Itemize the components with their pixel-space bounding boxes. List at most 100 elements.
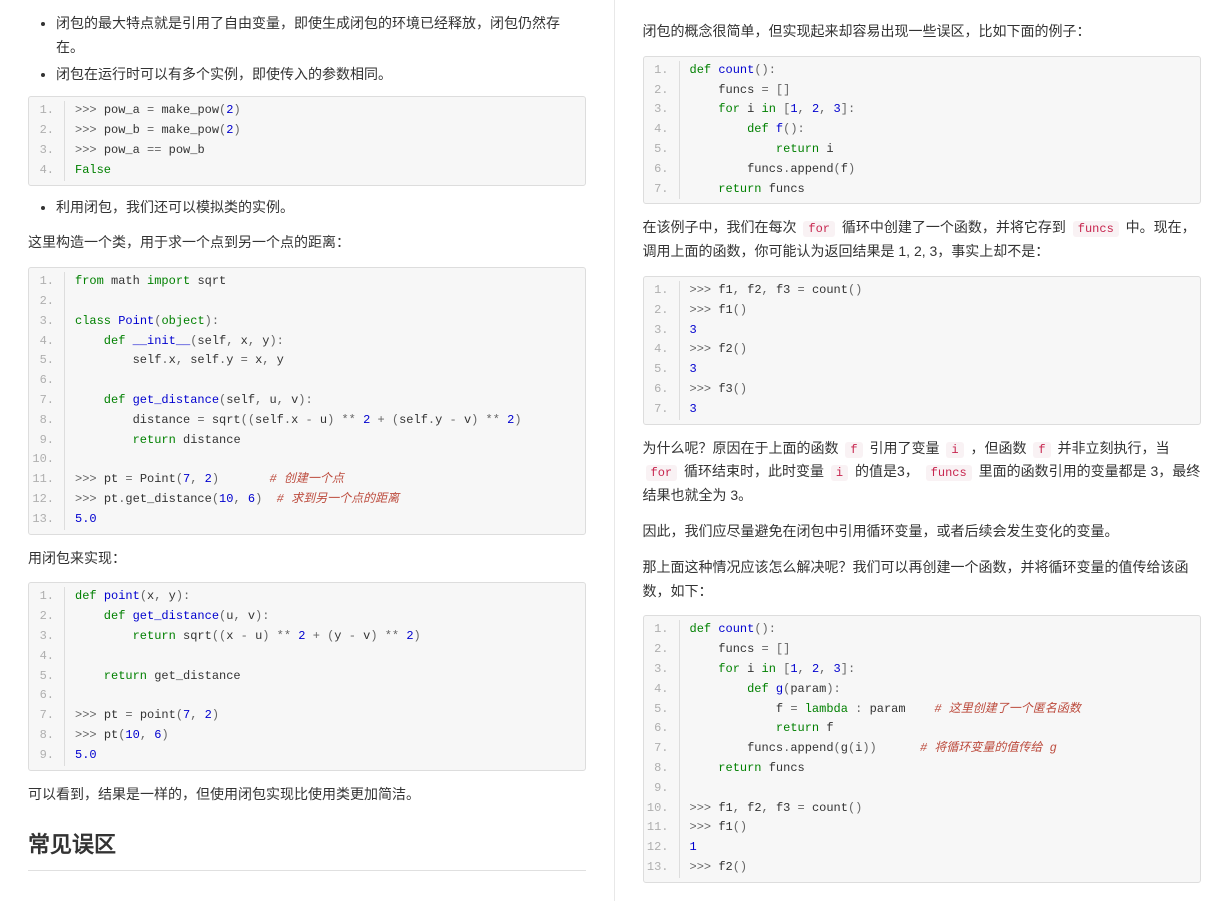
line-number: 6. [29,686,65,706]
code-content: >>> f1, f2, f3 = count() [680,799,1201,819]
text: 在该例子中，我们在每次 [643,219,801,235]
code-line: 3. for i in [1, 2, 3]: [644,100,1201,120]
code-content: def f(): [680,120,1201,140]
code-block-count-bad: 1.def count():2. funcs = []3. for i in [… [643,56,1202,205]
code-content: return get_distance [65,667,585,687]
list-item: 闭包的最大特点就是引用了自由变量，即使生成闭包的环境已经释放，闭包仍然存在。 [56,12,586,60]
code-content [65,371,585,391]
line-number: 12. [644,838,680,858]
code-content: >>> f1() [680,301,1201,321]
code-line: 9. [644,779,1201,799]
inline-code: i [831,465,848,481]
code-line: 2. def get_distance(u, v): [29,607,585,627]
code-block-count-output: 1.>>> f1, f2, f3 = count()2.>>> f1()3.34… [643,276,1202,425]
line-number: 6. [644,380,680,400]
line-number: 2. [29,121,65,141]
line-number: 6. [644,719,680,739]
line-number: 8. [29,411,65,431]
line-number: 3. [29,141,65,161]
code-line: 1.def count(): [644,61,1201,81]
text: 的值是3， [851,463,923,479]
line-number: 2. [644,301,680,321]
code-line: 7. def get_distance(self, u, v): [29,391,585,411]
paragraph: 那上面这种情况应该怎么解决呢？我们可以再创建一个函数，并将循环变量的值传给该函数… [643,556,1202,604]
code-line: 3.3 [644,321,1201,341]
code-content: 5.0 [65,510,585,530]
line-number: 1. [29,272,65,292]
line-number: 7. [644,180,680,200]
paragraph: 因此，我们应尽量避免在闭包中引用循环变量，或者后续会发生变化的变量。 [643,520,1202,544]
line-number: 4. [644,120,680,140]
code-content: >>> f2() [680,858,1201,878]
code-content: def __init__(self, x, y): [65,332,585,352]
line-number: 13. [644,858,680,878]
inline-code: funcs [926,465,972,481]
line-number: 9. [644,779,680,799]
code-content: >>> pt = Point(7, 2) # 创建一个点 [65,470,585,490]
line-number: 12. [29,490,65,510]
code-content [65,292,585,312]
code-content: >>> f1, f2, f3 = count() [680,281,1201,301]
code-block-point-class: 1.from math import sqrt2.3.class Point(o… [28,267,586,534]
code-content: funcs = [] [680,81,1201,101]
feature-list-2: 利用闭包，我们还可以模拟类的实例。 [28,196,586,220]
code-line: 1.>>> pow_a = make_pow(2) [29,101,585,121]
code-content: >>> pow_b = make_pow(2) [65,121,585,141]
line-number: 9. [29,746,65,766]
code-content [65,450,585,470]
text: 并非立刻执行，当 [1054,440,1170,456]
code-content: from math import sqrt [65,272,585,292]
line-number: 5. [644,360,680,380]
code-line: 5.3 [644,360,1201,380]
line-number: 4. [29,161,65,181]
paragraph: 闭包的概念很简单，但实现起来却容易出现一些误区，比如下面的例子： [643,20,1202,44]
code-content: 3 [680,400,1201,420]
code-block-count-fixed: 1.def count():2. funcs = []3. for i in [… [643,615,1202,882]
code-content: >>> pt(10, 6) [65,726,585,746]
code-line: 6. funcs.append(f) [644,160,1201,180]
line-number: 8. [644,759,680,779]
line-number: 5. [644,700,680,720]
line-number: 4. [644,680,680,700]
code-line: 1.>>> f1, f2, f3 = count() [644,281,1201,301]
code-line: 7.>>> pt = point(7, 2) [29,706,585,726]
list-item: 利用闭包，我们还可以模拟类的实例。 [56,196,586,220]
inline-code: i [946,442,963,458]
code-content: self.x, self.y = x, y [65,351,585,371]
divider [28,870,586,871]
code-content: def count(): [680,620,1201,640]
inline-code: for [803,221,835,237]
code-line: 1.def count(): [644,620,1201,640]
code-line: 11.>>> pt = Point(7, 2) # 创建一个点 [29,470,585,490]
line-number: 4. [29,647,65,667]
code-content: for i in [1, 2, 3]: [680,100,1201,120]
code-content: def point(x, y): [65,587,585,607]
code-line: 4.>>> f2() [644,340,1201,360]
code-line: 7. funcs.append(g(i)) # 将循环变量的值传给 g [644,739,1201,759]
line-number: 7. [644,400,680,420]
code-line: 2. funcs = [] [644,640,1201,660]
code-block-point-closure: 1.def point(x, y):2. def get_distance(u,… [28,582,586,770]
code-line: 11.>>> f1() [644,818,1201,838]
line-number: 2. [29,292,65,312]
code-line: 8.>>> pt(10, 6) [29,726,585,746]
code-line: 4. [29,647,585,667]
code-content [680,779,1201,799]
line-number: 4. [644,340,680,360]
line-number: 3. [29,312,65,332]
line-number: 10. [29,450,65,470]
code-content: for i in [1, 2, 3]: [680,660,1201,680]
inline-code: funcs [1073,221,1119,237]
paragraph: 为什么呢？原因在于上面的函数 f 引用了变量 i ，但函数 f 并非立刻执行，当… [643,437,1202,508]
code-line: 6. return f [644,719,1201,739]
left-column: 闭包的最大特点就是引用了自由变量，即使生成闭包的环境已经释放，闭包仍然存在。 闭… [0,0,615,901]
line-number: 2. [644,640,680,660]
code-line: 12.1 [644,838,1201,858]
code-content: return distance [65,431,585,451]
text: 循环中创建了一个函数，并将它存到 [838,219,1070,235]
code-line: 7.3 [644,400,1201,420]
code-content: 5.0 [65,746,585,766]
code-line: 3.>>> pow_a == pow_b [29,141,585,161]
line-number: 3. [644,321,680,341]
code-line: 3. return sqrt((x - u) ** 2 + (y - v) **… [29,627,585,647]
